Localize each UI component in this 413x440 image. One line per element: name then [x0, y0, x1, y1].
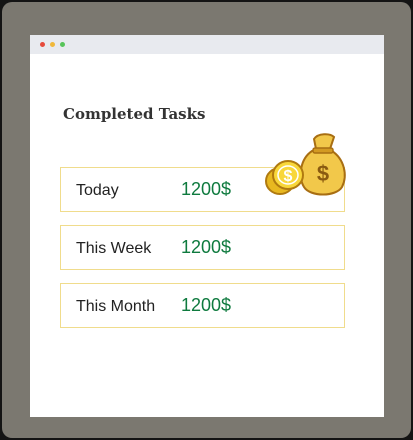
money-bag-with-coins-icon: $ $ [265, 133, 346, 196]
row-amount: 1200$ [181, 295, 232, 315]
row-amount: 1200$ [181, 179, 232, 199]
task-row-this-month: This Month 1200$ [60, 283, 345, 328]
svg-text:$: $ [284, 168, 293, 185]
window-titlebar [30, 35, 384, 54]
page-title: Completed Tasks [63, 105, 206, 123]
row-label: This Week [76, 240, 152, 257]
row-amount: 1200$ [181, 237, 232, 257]
maximize-dot[interactable] [60, 42, 65, 47]
close-dot[interactable] [40, 42, 45, 47]
svg-text:$: $ [317, 161, 329, 186]
row-label: Today [76, 182, 119, 199]
task-row-this-week: This Week 1200$ [60, 225, 345, 270]
row-label: This Month [76, 298, 156, 315]
browser-window: Completed Tasks Today 1200$ This Week 12… [30, 35, 384, 417]
minimize-dot[interactable] [50, 42, 55, 47]
device-frame: Completed Tasks Today 1200$ This Week 12… [2, 2, 411, 438]
